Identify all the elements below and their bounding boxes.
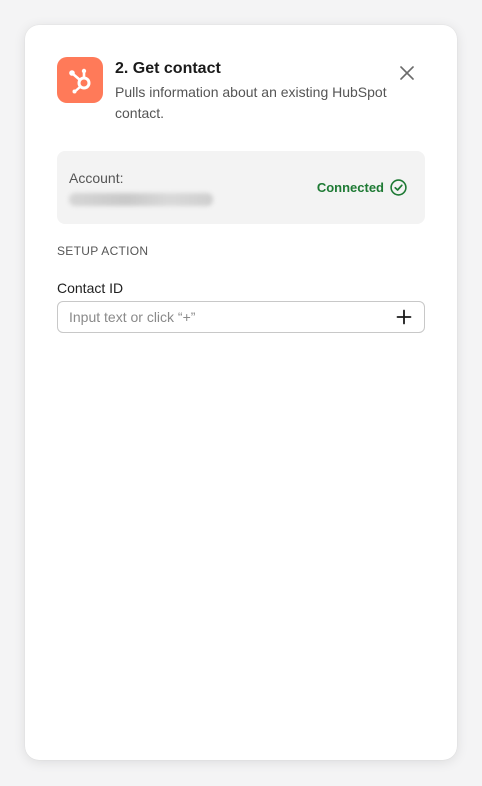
action-panel: 2. Get contact Pulls information about a… <box>25 25 457 760</box>
close-icon <box>400 66 414 80</box>
step-title-block: 2. Get contact Pulls information about a… <box>115 59 395 124</box>
insert-variable-button[interactable] <box>396 309 412 325</box>
connection-status: Connected <box>317 179 407 196</box>
account-selector[interactable]: Account: Connected <box>57 151 425 224</box>
hubspot-icon <box>57 57 103 103</box>
status-badge: Connected <box>316 180 384 195</box>
step-title: 2. Get contact <box>115 60 221 77</box>
account-label: Account: <box>69 170 124 186</box>
contact-id-label: Contact ID <box>57 280 124 296</box>
hubspot-sprocket-icon <box>69 68 91 94</box>
contact-id-field <box>57 301 425 333</box>
section-heading-setup-action: SETUP ACTION <box>57 244 149 258</box>
close-button[interactable] <box>397 63 417 83</box>
plus-icon <box>396 309 412 325</box>
step-description: Pulls information about an existing HubS… <box>115 84 387 121</box>
contact-id-input[interactable] <box>58 302 378 332</box>
check-circle-icon <box>390 179 407 196</box>
account-value-redacted <box>69 193 213 206</box>
